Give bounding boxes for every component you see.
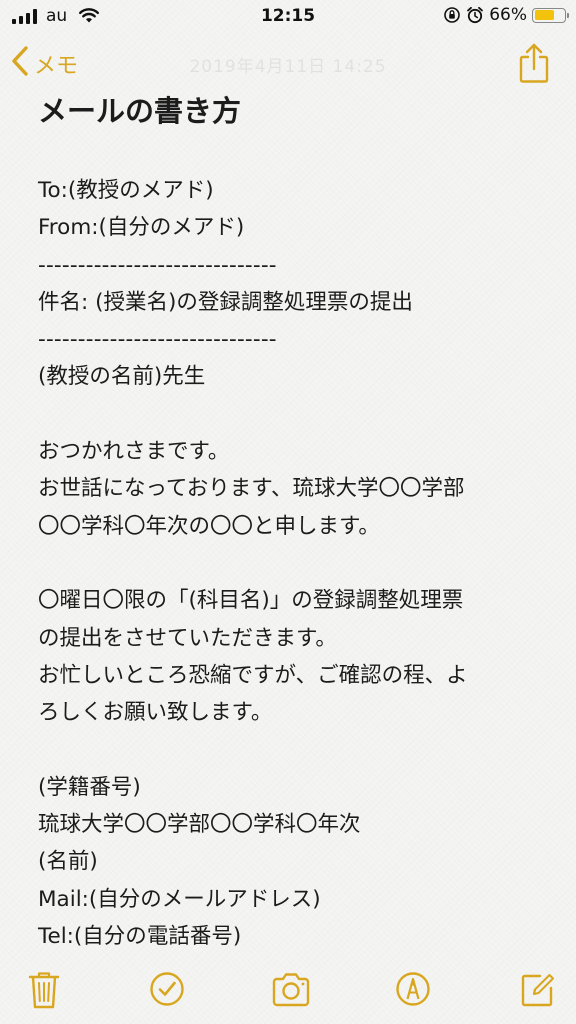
note-line: ろしくお願い致します。	[38, 700, 273, 726]
note-line: 琉球大学〇〇学部〇〇学科〇年次	[38, 812, 361, 838]
note-line: 〇〇学科〇年次の〇〇と申します。	[38, 513, 380, 539]
note-blank-line	[38, 731, 558, 768]
note-line: Mail:(自分のメールアドレス)	[38, 886, 321, 912]
note-lines: To:(教授のメアド) From:(自分のメアド) ----------------…	[38, 172, 558, 955]
orientation-lock-icon	[443, 6, 461, 24]
alarm-icon	[466, 6, 484, 24]
note-line: Tel:(自分の電話番号)	[38, 923, 242, 949]
note-line: 〇曜日〇限の「(科目名)」の登録調整処理票	[38, 588, 464, 614]
share-icon	[519, 43, 549, 83]
note-date: 2019年4月11日 14:25	[189, 57, 387, 77]
note-title: メールの書き方	[38, 94, 242, 128]
checklist-button[interactable]	[146, 968, 188, 1010]
note-line: (学籍番号)	[38, 774, 141, 800]
note-line: おつかれさまです。	[38, 439, 230, 465]
bottom-edge	[0, 1020, 576, 1024]
status-bar: au 12:15 66%	[0, 0, 576, 34]
note-blank-line	[38, 396, 558, 433]
note-line: ------------------------------	[38, 327, 277, 353]
note-line: の提出をさせていただきます。	[38, 625, 337, 651]
note-line: お世話になっております、琉球大学〇〇学部	[38, 476, 465, 502]
share-button[interactable]	[516, 42, 552, 84]
delete-button[interactable]	[23, 968, 65, 1010]
camera-button[interactable]	[269, 968, 313, 1010]
note-line: 件名: (授業名)の登録調整処理票の提出	[38, 289, 413, 315]
nav-bar: メモ 2019年4月11日 14:25	[0, 36, 576, 92]
note-line: (教授の名前)先生	[38, 364, 206, 390]
note-line: To:(教授のメアド)	[38, 178, 214, 203]
checklist-icon	[150, 972, 184, 1006]
note-line: ------------------------------	[38, 252, 277, 278]
status-right-group: 66%	[443, 5, 569, 25]
note-line: (名前)	[38, 849, 98, 875]
markup-icon	[396, 972, 430, 1006]
trash-icon	[28, 972, 60, 1009]
battery-percent: 66%	[489, 5, 527, 25]
markup-button[interactable]	[392, 968, 434, 1010]
camera-icon	[272, 973, 310, 1007]
compose-button[interactable]	[516, 968, 558, 1010]
bottom-toolbar	[0, 962, 576, 1018]
note-line: From:(自分のメアド)	[38, 215, 245, 241]
note-body[interactable]: メールの書き方 To:(教授のメアド) From:(自分のメアド) --------…	[38, 90, 558, 955]
battery-icon	[532, 7, 569, 23]
note-blank-line	[38, 545, 558, 582]
note-line: お忙しいところ恐縮ですが、ご確認の程、よ	[38, 662, 468, 688]
battery-fill	[534, 10, 554, 20]
compose-icon	[521, 974, 554, 1007]
